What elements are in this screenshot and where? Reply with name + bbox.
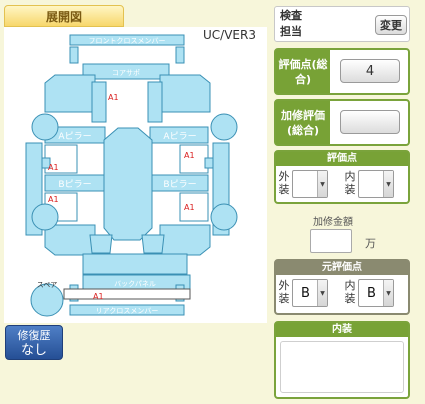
dropdown-arrow-icon: ▼ [317, 171, 327, 197]
dropdown-arrow-icon: ▼ [383, 171, 393, 197]
original-score-group: 元評価点 外装 B ▼ 内装 B ▼ [274, 259, 410, 315]
inspector-change-button[interactable]: 変更 [375, 15, 407, 35]
dropdown-arrow-icon: ▼ [383, 280, 393, 306]
part-front-fender-left[interactable] [44, 74, 96, 113]
label-a-pillar-left: Aピラー [58, 131, 91, 142]
overall-score-box: 評価点(総合) 4 [274, 48, 410, 95]
tire-rear-left[interactable] [31, 203, 59, 231]
original-interior-select[interactable]: B ▼ [358, 279, 394, 307]
score-title: 評価点 [276, 152, 408, 166]
repair-score-box: 加修評価(総合) [274, 99, 410, 146]
part-front-fender-right[interactable] [159, 74, 211, 113]
repair-score-button[interactable] [340, 110, 400, 134]
repair-history-label: 修復歴 [17, 329, 51, 342]
original-exterior-label: 外装 [278, 279, 290, 305]
damage-mark: A1 [108, 93, 119, 102]
original-exterior-value: B [301, 286, 310, 301]
label-a-pillar-right: Aピラー [163, 131, 196, 142]
score-interior-select[interactable]: ▼ [358, 170, 394, 198]
tire-front-left[interactable] [31, 113, 59, 141]
label-spare: スペア [37, 281, 58, 289]
label-core-support: コアサポ [112, 69, 140, 77]
repair-score-label: 加修評価(総合) [276, 101, 330, 144]
part-hood-left[interactable] [91, 81, 107, 123]
interior-title: 内装 [276, 323, 408, 337]
overall-score-button[interactable]: 4 [340, 59, 400, 83]
inspector-box: 検査担当 変更 [274, 6, 410, 42]
tire-rear-right[interactable] [210, 203, 238, 231]
part-front-side-left[interactable] [69, 46, 79, 64]
extra-cost-input[interactable] [310, 229, 352, 253]
part-rear-fender-left[interactable] [44, 224, 96, 256]
score-exterior-select[interactable]: ▼ [292, 170, 328, 198]
part-front-side-right[interactable] [175, 46, 185, 64]
original-interior-value: B [367, 286, 376, 301]
part-trunk-right[interactable] [141, 234, 165, 254]
original-interior-label: 内装 [344, 279, 356, 305]
damage-mark: A1 [48, 195, 59, 204]
repair-history-button[interactable]: 修復歴 なし [5, 325, 63, 360]
overall-score-label: 評価点(総合) [276, 50, 330, 93]
label-back-panel: バックパネル [114, 280, 156, 288]
original-exterior-select[interactable]: B ▼ [292, 279, 328, 307]
extra-cost-unit: 万 [365, 237, 376, 250]
part-roof[interactable] [103, 127, 153, 241]
interior-group: 内装 [274, 321, 410, 399]
label-front-cross-member: フロントクロスメンバー [89, 37, 166, 45]
extra-cost-box: 加修金額 万 [305, 210, 380, 256]
interior-textarea[interactable] [280, 341, 404, 393]
repair-history-value: なし [20, 343, 47, 358]
damage-mark: A1 [184, 203, 195, 212]
score-interior-label: 内装 [344, 170, 356, 196]
damage-mark: A1 [48, 163, 59, 172]
mirror-right[interactable] [204, 157, 214, 169]
damage-mark: A1 [93, 292, 104, 301]
tire-front-right[interactable] [210, 113, 238, 141]
part-rear-floor[interactable] [82, 253, 188, 275]
label-rear-cross-member: リアクロスメンバー [96, 307, 159, 315]
dropdown-arrow-icon: ▼ [317, 280, 327, 306]
label-b-pillar-right: Bピラー [163, 179, 196, 190]
score-exterior-label: 外装 [278, 170, 290, 196]
original-score-title: 元評価点 [276, 261, 408, 275]
label-b-pillar-left: Bピラー [58, 179, 91, 190]
score-group: 評価点 外装 ▼ 内装 ▼ [274, 150, 410, 204]
damage-mark: A1 [184, 151, 195, 160]
extra-cost-title: 加修金額 [313, 217, 353, 228]
part-hood-right[interactable] [147, 81, 163, 123]
part-rear-fender-right[interactable] [159, 224, 211, 256]
car-diagram: フロントクロスメンバー コアサポ Aピラー Aピラー Bピラー Bピラー バック… [25, 34, 238, 317]
inspector-label: 検査担当 [280, 9, 302, 38]
part-rear-bumper[interactable] [63, 288, 191, 300]
part-trunk-left[interactable] [89, 234, 113, 254]
